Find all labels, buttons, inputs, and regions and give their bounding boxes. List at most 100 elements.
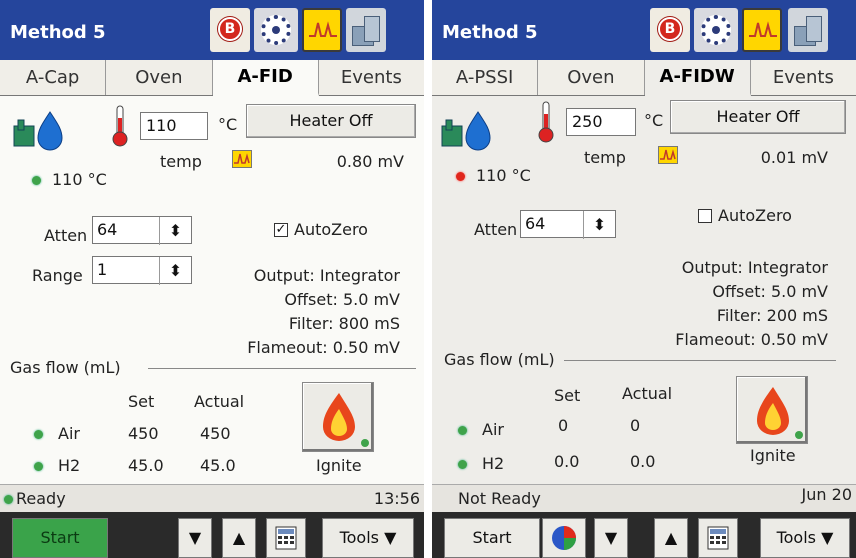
range-spinner-icon[interactable]: ⬍ [159,257,191,285]
keypad-button[interactable] [266,518,306,558]
gc-screen-right: Method 5 B A-PSSI Oven A-FIDW Events 250… [432,0,856,558]
chevron-down-icon: ▼ [821,528,834,547]
atten-label: Atten [44,226,88,245]
detector-signal-value: 0.80 mV [336,152,404,171]
gas-flow-label: Gas flow (mL) [10,358,121,377]
down-arrow-button[interactable]: ▼ [594,518,628,558]
air-status-led [458,426,467,435]
start-button[interactable]: Start [444,518,540,558]
tab-oven[interactable]: Oven [106,60,213,95]
h2-actual-value: 0.0 [630,452,656,471]
temp-label: temp [584,148,626,167]
ignite-button[interactable] [736,376,808,444]
keypad-icon [275,526,297,550]
detector-signal-value: 0.01 mV [760,148,828,167]
chromatogram-icon[interactable] [742,8,782,52]
temp-not-ready-led [456,172,465,181]
tab-a-cap[interactable]: A-Cap [0,60,107,95]
temp-setpoint-input[interactable]: 250 [566,108,636,136]
down-arrow-button[interactable]: ▼ [178,518,212,558]
keypad-icon [707,526,729,550]
tools-menu-button[interactable]: Tools ▼ [322,518,414,558]
thermometer-icon [536,100,556,148]
gc-screen-left: Method 5 B A-Cap Oven A-FID Events 110 °… [0,0,424,558]
output-settings: Output: Integrator Offset: 5.0 mV Filter… [247,266,400,357]
panel-divider [424,0,432,558]
chromatogram-icon[interactable] [302,8,342,52]
atten-spinner-icon[interactable]: ⬍ [583,211,615,239]
h2-set-value[interactable]: 0.0 [554,452,579,471]
atten-select[interactable]: 64 ⬍ [520,210,616,239]
tab-a-pssi[interactable]: A-PSSI [432,60,539,95]
h2-label: H2 [482,454,505,473]
method-title: Method 5 [10,22,106,43]
bottom-toolbar: Start ▼ ▲ Tools ▼ [432,512,856,558]
date-display: Jun 20 [801,485,852,504]
col-set-header: Set [554,386,581,405]
air-set-value[interactable]: 450 [128,424,159,443]
air-set-value[interactable]: 0 [558,416,568,435]
tab-a-fidw[interactable]: A-FIDW [644,60,751,96]
up-arrow-button[interactable]: ▲ [222,518,256,558]
autozero-checkbox[interactable]: AutoZero [698,206,792,225]
title-bar: Method 5 B [0,0,424,60]
output-settings: Output: Integrator Offset: 5.0 mV Filter… [675,258,828,349]
thermometer-icon [110,104,130,152]
autozero-check-icon [698,208,712,223]
air-label: Air [482,420,504,439]
tools-menu-button[interactable]: Tools ▼ [760,518,850,558]
autozero-checkbox[interactable]: ✓ AutoZero [274,220,368,239]
gear-wheel-icon[interactable] [254,8,298,52]
sampler-icon[interactable] [788,8,828,52]
temp-label: temp [160,152,202,171]
tab-events[interactable]: Events [751,60,856,95]
chart-mini-icon[interactable] [658,146,678,164]
method-title: Method 5 [442,22,538,43]
up-arrow-button[interactable]: ▲ [654,518,688,558]
temp-setpoint-input[interactable]: 110 [140,112,208,140]
actual-temp-value: 110 °C [476,166,531,185]
temp-ready-led [32,176,41,185]
tab-bar: A-PSSI Oven A-FIDW Events [432,60,856,96]
atten-spinner-icon[interactable]: ⬍ [159,217,191,245]
air-label: Air [58,424,80,443]
h2-status-led [458,460,467,469]
heater-off-button[interactable]: Heater Off [670,100,846,134]
range-label: Range [32,266,83,285]
keypad-button[interactable] [698,518,738,558]
title-bar: Method 5 B [432,0,856,60]
h2-label: H2 [58,456,81,475]
status-text: Not Ready [458,489,541,508]
range-select[interactable]: 1 ⬍ [92,256,192,285]
h2-set-value[interactable]: 45.0 [128,456,164,475]
tab-events[interactable]: Events [319,60,424,95]
status-text: Ready [16,489,66,508]
tab-a-fid[interactable]: A-FID [212,60,319,96]
h2-actual-value: 45.0 [200,456,236,475]
col-set-header: Set [128,392,155,411]
h2-status-led [34,462,43,471]
ignite-button[interactable] [302,382,374,452]
air-actual-value: 0 [630,416,641,435]
atten-select[interactable]: 64 ⬍ [92,216,192,245]
col-actual-header: Actual [622,384,673,403]
ready-led [4,495,13,504]
flame-icon [757,387,803,439]
temp-unit-label: °C [644,111,664,130]
autozero-check-icon: ✓ [274,221,288,237]
start-button[interactable]: Start [12,518,108,558]
fid-detector-icon [12,108,68,156]
status-bar: Not Ready Jun 20 [432,484,856,512]
chart-mini-icon[interactable] [232,150,252,168]
tab-oven[interactable]: Oven [538,60,645,95]
fid-detector-icon [440,108,496,156]
sampler-icon[interactable] [346,8,386,52]
pie-status-button[interactable] [542,518,586,558]
b-status-icon[interactable]: B [210,8,250,52]
section-divider [564,360,836,361]
air-actual-value: 450 [200,424,231,443]
gear-wheel-icon[interactable] [694,8,738,52]
heater-off-button[interactable]: Heater Off [246,104,416,138]
b-status-icon[interactable]: B [650,8,690,52]
ignite-label: Ignite [316,456,362,475]
